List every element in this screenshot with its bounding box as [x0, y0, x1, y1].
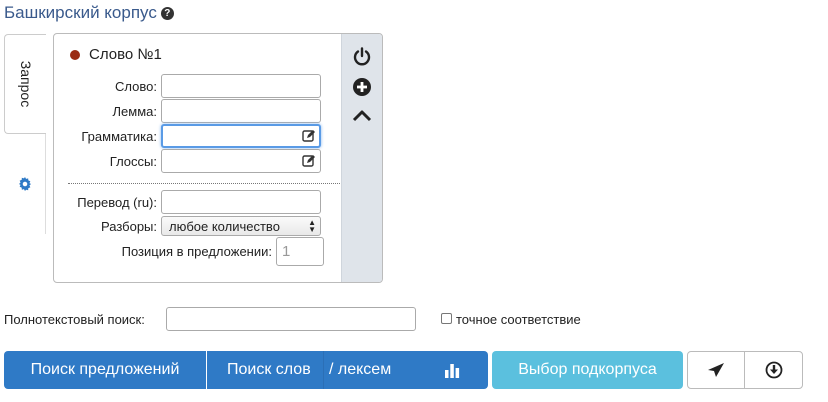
analyses-selected: любое количество [169, 218, 280, 234]
select-subcorpus-button[interactable]: Выбор подкорпуса [492, 351, 683, 389]
chevron-up-icon [352, 110, 372, 122]
grammar-input[interactable] [161, 124, 321, 148]
edit-icon[interactable] [302, 154, 316, 168]
collapse-button[interactable] [351, 105, 373, 127]
grammar-row: Грамматика: [54, 124, 321, 148]
paper-plane-icon [708, 363, 724, 377]
button-separator [323, 351, 324, 389]
fulltext-input[interactable] [166, 307, 416, 331]
select-subcorpus-label: Выбор подкорпуса [518, 361, 657, 378]
word-header: Слово №1 [70, 46, 162, 63]
glosses-input[interactable] [161, 149, 321, 173]
analyses-row: Разборы: любое количество ▲ ▼ [54, 216, 321, 236]
statistics-button[interactable] [415, 351, 488, 389]
analyses-select[interactable]: любое количество ▲ ▼ [161, 216, 321, 236]
grammar-label: Грамматика: [81, 128, 157, 144]
tab-settings[interactable] [4, 134, 46, 234]
word-input[interactable] [161, 74, 321, 98]
gear-icon [18, 177, 31, 191]
word-title: Слово №1 [89, 46, 162, 63]
analyses-label: Разборы: [101, 218, 157, 234]
page-title-text: Башкирский корпус [4, 3, 157, 22]
bar-chart-icon [444, 364, 459, 378]
add-word-button[interactable] [351, 76, 373, 98]
search-sentences-label: Поиск предложений [30, 361, 180, 378]
position-label: Позиция в предложении: [121, 244, 272, 259]
edit-icon[interactable] [302, 129, 316, 143]
glosses-row: Глоссы: [54, 149, 321, 173]
plus-circle-icon [353, 78, 371, 96]
glosses-label: Глоссы: [109, 153, 157, 169]
translation-input[interactable] [161, 190, 321, 214]
status-dot [70, 49, 80, 60]
lemma-row: Лемма: [54, 99, 321, 123]
tab-query-label: Запрос [17, 60, 34, 108]
word-label: Слово: [115, 78, 157, 94]
power-icon [353, 47, 371, 66]
exact-match-checkbox[interactable] [441, 313, 452, 324]
lemma-input[interactable] [161, 99, 321, 123]
panel-controls [341, 34, 382, 282]
exact-match-label[interactable]: точное соответствие [456, 312, 581, 327]
search-sentences-button[interactable]: Поиск предложений [4, 351, 206, 389]
power-button[interactable] [351, 46, 373, 68]
search-lexemes-label: / лексем [329, 361, 392, 378]
vertical-tabs: Запрос [4, 34, 46, 234]
translation-label: Перевод (ru): [77, 194, 157, 210]
fulltext-label: Полнотекстовый поиск: [4, 312, 145, 327]
search-words-label: Поиск слов [227, 361, 311, 378]
page-title: Башкирский корпус ? [4, 3, 174, 23]
download-icon [765, 361, 782, 379]
search-words-button[interactable]: Поиск слов / лексем [207, 351, 415, 389]
share-button[interactable] [687, 351, 745, 389]
tab-query[interactable]: Запрос [4, 34, 46, 134]
word-panel: Слово №1 Слово: Лемма: Грамматика: Глосс… [53, 33, 383, 283]
position-row: Позиция в предложении: 1 [54, 237, 324, 266]
panel-divider [68, 183, 340, 184]
word-row: Слово: [54, 74, 324, 98]
select-arrows-icon: ▲ ▼ [308, 218, 316, 234]
download-button[interactable] [744, 351, 803, 389]
help-icon[interactable]: ? [160, 7, 174, 20]
translation-row: Перевод (ru): [54, 190, 321, 214]
lemma-label: Лемма: [112, 103, 157, 119]
position-input[interactable]: 1 [276, 237, 324, 266]
position-placeholder: 1 [282, 243, 291, 260]
